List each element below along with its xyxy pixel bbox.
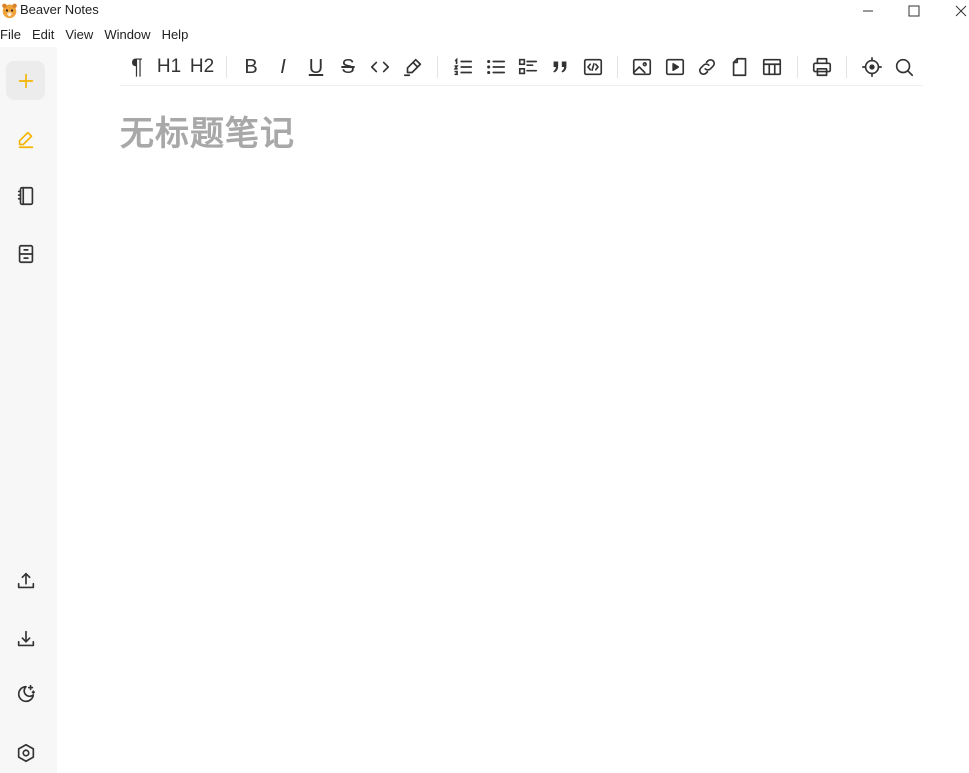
menu-view[interactable]: View bbox=[65, 25, 93, 45]
code-block-icon bbox=[583, 58, 603, 76]
toolbar-divider bbox=[797, 56, 798, 78]
crosshair-icon bbox=[862, 57, 882, 77]
bullet-list-button[interactable] bbox=[482, 53, 510, 81]
menu-help[interactable]: Help bbox=[162, 25, 189, 45]
sidebar bbox=[0, 47, 57, 773]
menu-edit[interactable]: Edit bbox=[32, 25, 54, 45]
image-button[interactable] bbox=[628, 53, 656, 81]
toolbar-divider bbox=[437, 56, 438, 78]
image-icon bbox=[632, 58, 652, 76]
underline-button[interactable]: U bbox=[302, 53, 330, 81]
table-icon bbox=[762, 58, 782, 76]
editor-toolbar: ¶ H1 H2 B I U S bbox=[120, 50, 923, 86]
italic-button[interactable]: I bbox=[269, 53, 297, 81]
print-button[interactable] bbox=[808, 53, 836, 81]
notes-button[interactable] bbox=[6, 119, 45, 158]
close-button[interactable] bbox=[941, 0, 969, 22]
task-list-icon bbox=[518, 58, 538, 75]
bold-button[interactable]: B bbox=[237, 53, 265, 81]
table-button[interactable] bbox=[758, 53, 786, 81]
maximize-icon bbox=[908, 5, 920, 17]
paragraph-button[interactable]: ¶ bbox=[123, 53, 151, 81]
notebook-button[interactable] bbox=[6, 176, 45, 215]
dark-mode-button[interactable] bbox=[6, 674, 45, 713]
toolbar-divider bbox=[846, 56, 847, 78]
download-icon bbox=[17, 630, 34, 646]
bullet-list-icon bbox=[487, 59, 506, 75]
add-note-button[interactable] bbox=[6, 61, 45, 100]
note-title-input[interactable]: 无标题笔记 bbox=[120, 106, 295, 155]
menu-bar: File Edit View Window Help bbox=[0, 25, 199, 45]
export-button[interactable] bbox=[6, 561, 45, 600]
highlight-button[interactable] bbox=[399, 53, 427, 81]
ordered-list-button[interactable] bbox=[449, 53, 477, 81]
ordered-list-icon bbox=[453, 57, 473, 76]
beaver-logo-icon bbox=[2, 3, 17, 19]
heading1-icon: H1 bbox=[156, 56, 182, 77]
bold-icon: B bbox=[244, 55, 258, 78]
search-icon bbox=[895, 58, 914, 77]
minimize-button[interactable] bbox=[848, 0, 888, 22]
archive-icon bbox=[18, 244, 33, 263]
strikethrough-button[interactable]: S bbox=[334, 53, 362, 81]
video-button[interactable] bbox=[661, 53, 689, 81]
import-button[interactable] bbox=[6, 619, 45, 658]
close-icon bbox=[955, 5, 967, 17]
window-title: Beaver Notes bbox=[20, 2, 99, 17]
code-icon bbox=[370, 61, 390, 73]
notebook-icon bbox=[17, 186, 33, 205]
toolbar-divider bbox=[226, 56, 227, 78]
maximize-button[interactable] bbox=[894, 0, 934, 22]
blockquote-button[interactable] bbox=[546, 53, 574, 81]
link-icon bbox=[698, 58, 716, 76]
minimize-icon bbox=[863, 10, 873, 12]
settings-button[interactable] bbox=[6, 733, 45, 772]
link-button[interactable] bbox=[693, 53, 721, 81]
plus-icon bbox=[18, 73, 33, 88]
menu-file[interactable]: File bbox=[0, 25, 21, 45]
hexagon-settings-icon bbox=[17, 743, 34, 762]
strikethrough-icon: S bbox=[341, 55, 355, 78]
heading1-button[interactable]: H1 bbox=[155, 53, 183, 81]
pencil-icon bbox=[18, 131, 33, 148]
file-icon bbox=[732, 57, 747, 77]
heading2-button[interactable]: H2 bbox=[188, 53, 216, 81]
toolbar-divider bbox=[617, 56, 618, 78]
upload-icon bbox=[17, 572, 34, 588]
heading2-icon: H2 bbox=[189, 56, 215, 77]
code-block-button[interactable] bbox=[579, 53, 607, 81]
paragraph-icon: ¶ bbox=[131, 54, 143, 79]
highlighter-icon bbox=[403, 58, 422, 77]
menu-window[interactable]: Window bbox=[104, 25, 150, 45]
underline-icon: U bbox=[308, 55, 324, 78]
quote-icon bbox=[553, 61, 567, 73]
focus-mode-button[interactable] bbox=[858, 53, 886, 81]
italic-icon: I bbox=[280, 55, 286, 78]
code-button[interactable] bbox=[366, 53, 394, 81]
archive-button[interactable] bbox=[6, 234, 45, 273]
printer-icon bbox=[812, 57, 832, 77]
search-button[interactable] bbox=[890, 53, 918, 81]
video-icon bbox=[665, 58, 685, 76]
task-list-button[interactable] bbox=[514, 53, 542, 81]
moon-stars-icon bbox=[17, 684, 35, 702]
title-bar: Beaver Notes bbox=[0, 0, 969, 22]
file-button[interactable] bbox=[726, 53, 754, 81]
